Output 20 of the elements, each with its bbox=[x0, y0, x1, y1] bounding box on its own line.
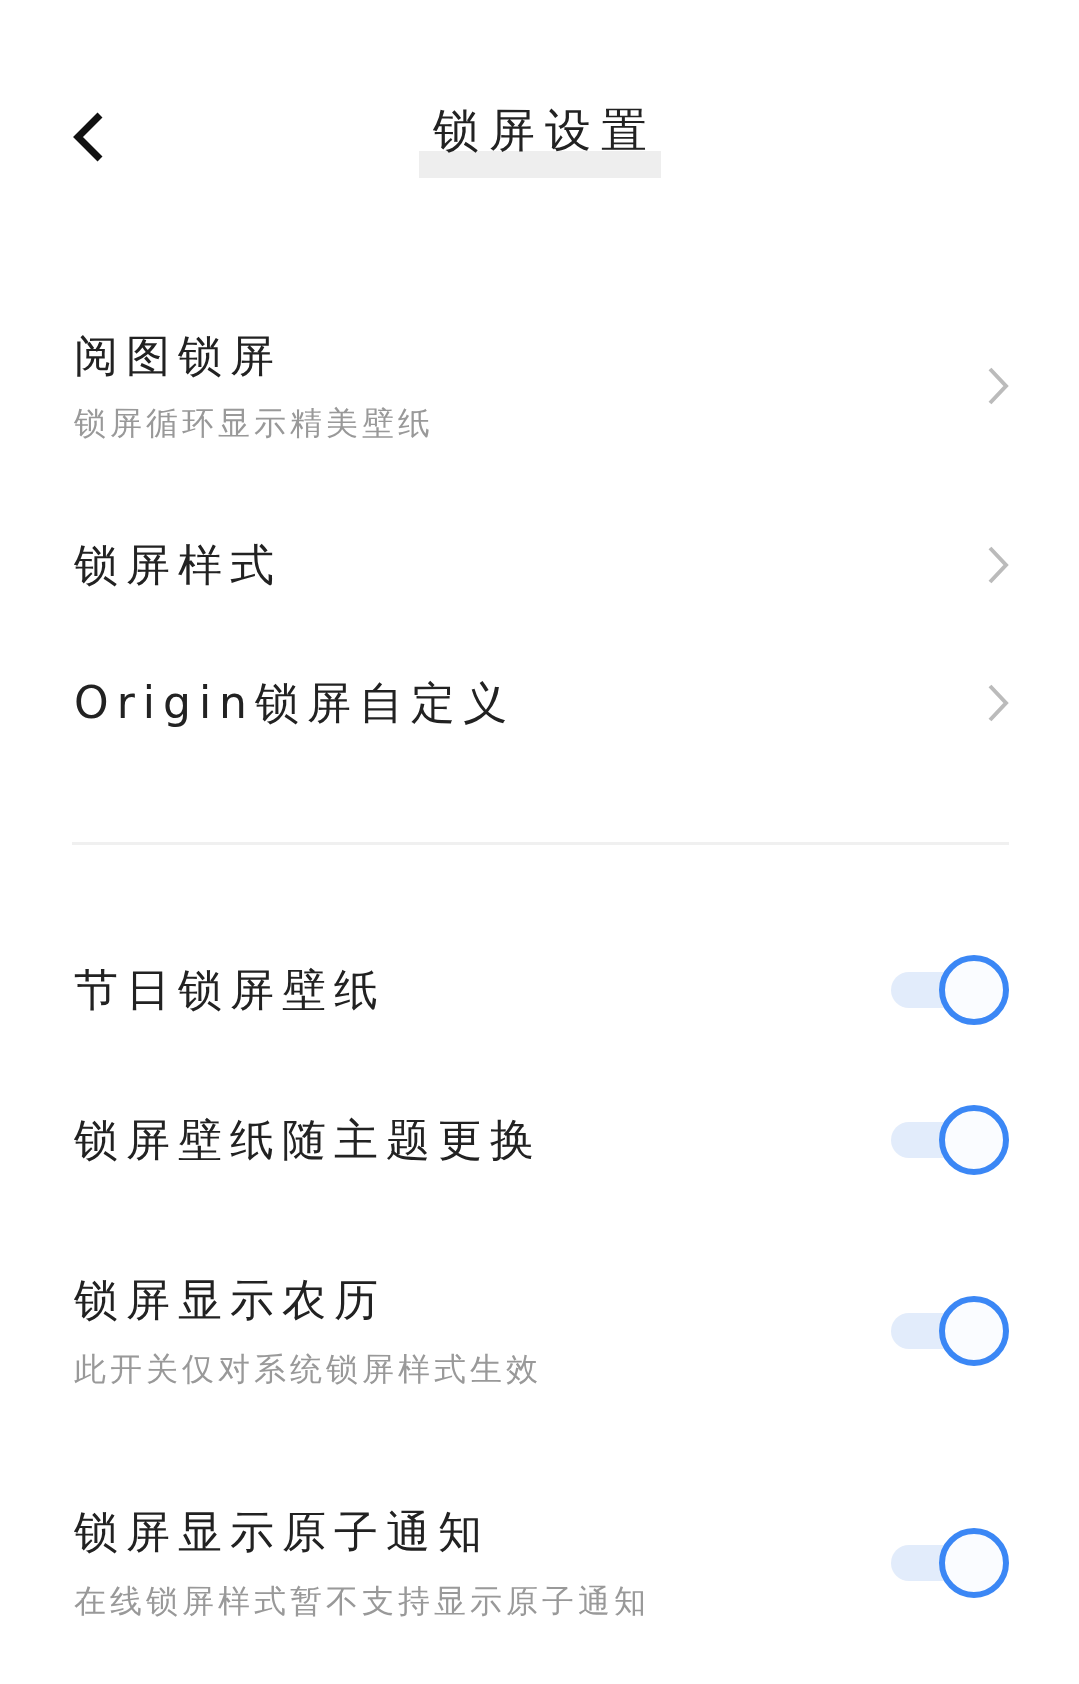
setting-title: 节日锁屏壁纸 bbox=[74, 962, 387, 1017]
chevron-icon bbox=[987, 683, 1009, 723]
setting-title: 锁屏壁纸随主题更换 bbox=[74, 1112, 543, 1167]
toggle-switch[interactable] bbox=[891, 1105, 1009, 1175]
setting-title: 锁屏显示原子通知 bbox=[74, 1504, 491, 1559]
toggle-switch[interactable] bbox=[891, 1528, 1009, 1598]
setting-row[interactable]: 阅图锁屏 锁屏循环显示精美壁纸 bbox=[0, 276, 1079, 496]
toggle-switch[interactable] bbox=[891, 955, 1009, 1025]
setting-description: 在线锁屏样式暂不支持显示原子通知 bbox=[74, 1580, 651, 1622]
setting-title: Origin锁屏自定义 bbox=[74, 675, 516, 730]
setting-title: 锁屏样式 bbox=[74, 537, 283, 592]
setting-title: 阅图锁屏 bbox=[74, 328, 283, 383]
toggle-switch[interactable] bbox=[891, 1296, 1009, 1366]
setting-row[interactable]: Origin锁屏自定义 bbox=[0, 634, 1079, 772]
setting-title: 锁屏显示农历 bbox=[74, 1272, 387, 1327]
chevron-icon bbox=[987, 545, 1009, 585]
chevron-icon bbox=[987, 366, 1009, 406]
setting-row[interactable]: 锁屏样式 bbox=[0, 496, 1079, 634]
setting-description: 锁屏循环显示精美壁纸 bbox=[74, 402, 435, 444]
setting-description: 此开关仅对系统锁屏样式生效 bbox=[74, 1348, 543, 1390]
